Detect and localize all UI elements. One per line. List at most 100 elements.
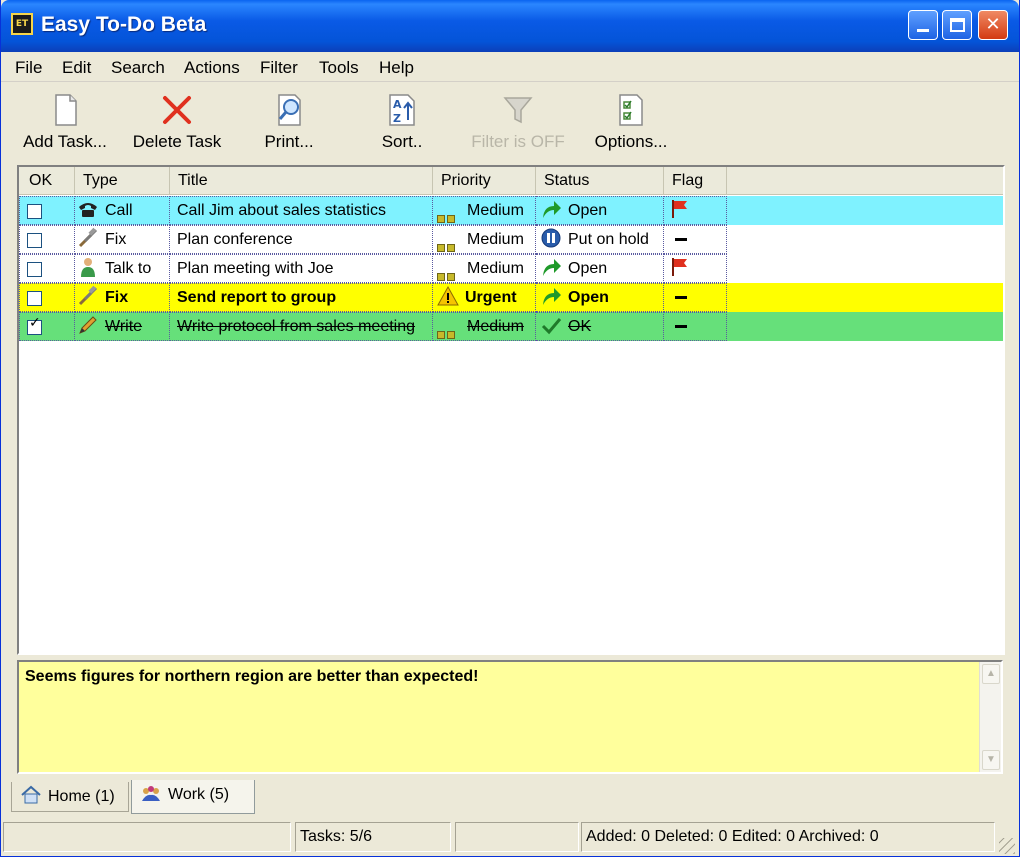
check-icon [541,317,562,334]
task-priority: Medium [467,318,524,335]
task-title: Plan meeting with Joe [177,260,334,277]
status-cell: Open [536,196,664,225]
minimize-button[interactable] [908,10,938,40]
window-title: Easy To-Do Beta [41,13,207,36]
notes-scrollbar[interactable]: ▲ ▼ [979,662,1001,772]
maximize-button[interactable] [942,10,972,40]
menu-actions[interactable]: Actions [184,58,240,78]
menu-tools[interactable]: Tools [319,58,359,78]
status-cell: Open [536,283,664,312]
no-flag-icon[interactable] [675,296,687,300]
red-flag-icon[interactable] [669,256,691,278]
done-checkbox[interactable] [27,262,42,277]
main-window: ET Easy To-Do Beta ✕ File Edit Search Ac… [0,0,1020,857]
delete-task-button[interactable]: Delete Task [125,88,229,158]
column-header-status[interactable]: Status [536,167,664,195]
done-checkbox[interactable] [27,204,42,219]
ok-cell [19,254,75,283]
sort-label: Sort.. [381,132,423,151]
task-title: Call Jim about sales statistics [177,202,386,219]
category-tabs: Home (1) Work (5) [11,778,1011,818]
open-arrow-icon [543,258,561,276]
status-task-count: Tasks: 5/6 [295,822,451,852]
ok-cell [19,225,75,254]
status-pane-empty [3,822,291,852]
type-cell: Fix [75,283,170,312]
column-header-type[interactable]: Type [75,167,170,195]
person-icon [81,257,95,277]
tab-work[interactable]: Work (5) [131,780,255,814]
task-list[interactable]: OK Type Title Priority Status Flag Call … [17,165,1005,655]
status-cell: OK [536,312,664,341]
done-checkbox[interactable] [27,291,42,306]
print-button[interactable]: Print... [251,88,327,158]
resize-grip-icon[interactable] [999,838,1015,854]
scroll-down-icon[interactable]: ▼ [982,750,1000,770]
task-type: Write [105,318,143,335]
title-cell: Call Jim about sales statistics [170,196,433,225]
type-cell: Talk to [75,254,170,283]
flag-cell [664,283,727,312]
task-priority: Medium [467,202,524,219]
scroll-up-icon[interactable]: ▲ [982,664,1000,684]
pencil-icon [79,316,97,334]
no-flag-icon[interactable] [675,238,687,242]
app-icon: ET [11,13,33,35]
delete-x-icon [163,96,191,124]
ok-cell [19,312,75,341]
type-cell: Call [75,196,170,225]
task-title: Send report to group [177,289,337,306]
work-group-icon [142,785,160,801]
menu-edit[interactable]: Edit [62,58,91,78]
type-cell: Fix [75,225,170,254]
column-header-ok[interactable]: OK [19,167,75,195]
close-button[interactable]: ✕ [978,10,1008,40]
menu-help[interactable]: Help [379,58,414,78]
table-row[interactable]: Talk to Plan meeting with Joe Medium Ope… [19,254,1003,283]
options-button[interactable]: Options... [589,88,673,158]
svg-text:Z: Z [393,112,401,125]
tools-icon [78,285,98,305]
title-cell: Plan meeting with Joe [170,254,433,283]
task-status: Open [568,289,609,306]
title-bar[interactable]: ET Easy To-Do Beta ✕ [1,0,1019,52]
task-status: Put on hold [568,231,649,248]
column-header-flag[interactable]: Flag [664,167,727,195]
task-priority: Medium [467,260,524,277]
priority-cell: Medium [433,312,536,341]
menu-filter[interactable]: Filter [260,58,298,78]
sort-button[interactable]: A Z Sort.. [367,88,437,158]
add-task-button[interactable]: Add Task... [15,88,115,158]
tab-home[interactable]: Home (1) [11,782,129,812]
menu-search[interactable]: Search [111,58,165,78]
toolbar: Add Task... Delete Task Print... A Z Sor [5,84,1015,160]
ok-cell [19,283,75,312]
filter-button[interactable]: Filter is OFF [467,88,569,158]
priority-cell: Medium [433,196,536,225]
add-task-label: Add Task... [23,132,107,151]
status-pane-blank [455,822,579,852]
done-checkbox[interactable] [27,233,42,248]
delete-task-label: Delete Task [132,132,222,151]
column-header-title[interactable]: Title [170,167,433,195]
print-preview-icon [278,94,301,126]
task-priority: Medium [467,231,524,248]
sort-az-icon: A Z [389,94,415,126]
home-icon [21,785,41,804]
table-row[interactable]: Fix Send report to group Urgent Open [19,283,1003,312]
tab-home-label: Home (1) [48,788,115,805]
table-row[interactable]: Fix Plan conference Medium Put on hold [19,225,1003,254]
task-status: Open [568,260,608,277]
table-row[interactable]: Write Write protocol from sales meeting … [19,312,1003,341]
task-notes[interactable]: Seems figures for northern region are be… [17,660,1003,774]
done-checkbox[interactable] [27,315,42,335]
new-document-icon [55,94,77,126]
menu-file[interactable]: File [15,58,42,78]
red-flag-icon[interactable] [669,198,691,220]
title-cell: Send report to group [170,283,433,312]
table-row[interactable]: Call Call Jim about sales statistics Med… [19,196,1003,225]
no-flag-icon[interactable] [675,325,687,329]
column-header-priority[interactable]: Priority [433,167,536,195]
priority-cell: Medium [433,225,536,254]
priority-cell: Medium [433,254,536,283]
